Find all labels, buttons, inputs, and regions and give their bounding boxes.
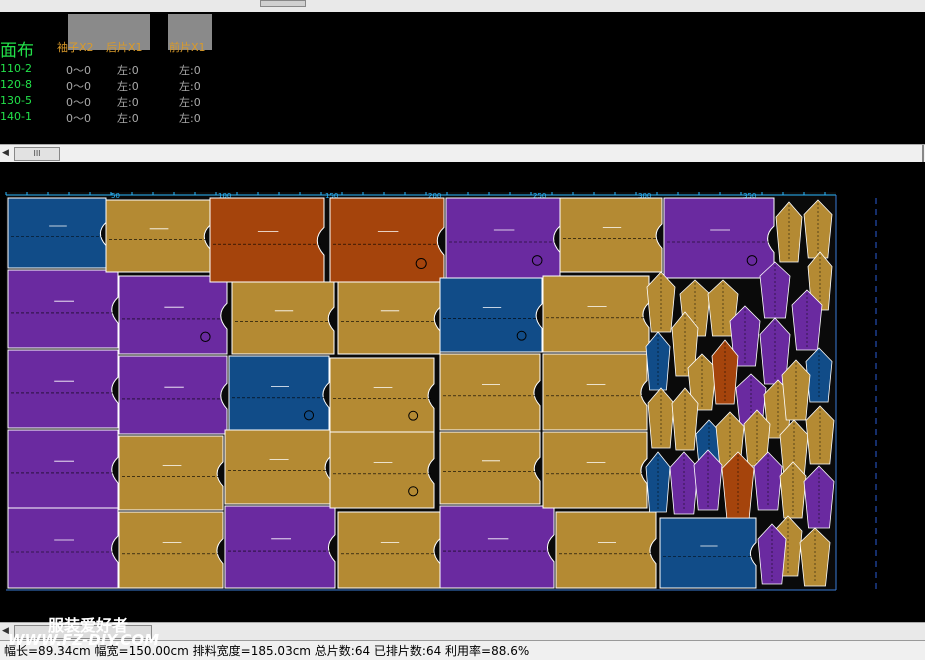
sleeve-piece[interactable] xyxy=(645,331,671,391)
size-value: 左:0 xyxy=(117,112,139,125)
size-value: 0～0 xyxy=(66,112,91,125)
size-value: 左:0 xyxy=(179,96,201,109)
pattern-piece[interactable] xyxy=(439,431,541,505)
size-label: 140-1 xyxy=(0,110,32,123)
pattern-piece[interactable] xyxy=(209,197,325,283)
pattern-piece[interactable] xyxy=(439,353,541,431)
pattern-piece[interactable] xyxy=(7,507,119,589)
scroll-thumb[interactable]: III xyxy=(14,147,60,161)
sleeve-piece[interactable] xyxy=(805,405,835,465)
pattern-piece[interactable] xyxy=(118,435,224,511)
pattern-piece[interactable] xyxy=(542,431,648,509)
ruler-label: 50 xyxy=(111,192,120,200)
pattern-piece[interactable] xyxy=(7,429,119,509)
sleeve-piece[interactable] xyxy=(803,465,835,529)
sleeve-piece[interactable] xyxy=(803,199,833,259)
scroll-divider xyxy=(922,145,924,163)
size-value: 左:0 xyxy=(179,64,201,77)
size-value: 左:0 xyxy=(179,112,201,125)
pattern-piece[interactable] xyxy=(329,357,435,433)
pattern-piece[interactable] xyxy=(559,197,663,273)
size-value: 左:0 xyxy=(179,80,201,93)
size-value: 左:0 xyxy=(117,80,139,93)
pattern-piece[interactable] xyxy=(439,505,555,589)
pattern-piece[interactable] xyxy=(555,511,657,589)
pattern-piece[interactable] xyxy=(224,505,336,589)
pattern-piece[interactable] xyxy=(7,349,119,429)
size-label: 120-8 xyxy=(0,78,32,91)
marker-layout[interactable]: 50 100 150 200 250 300 350 xyxy=(0,162,925,622)
size-value: 左:0 xyxy=(117,64,139,77)
size-value: 0～0 xyxy=(66,64,91,77)
sleeve-piece[interactable] xyxy=(647,387,675,449)
piece-label-back: 后片X1 xyxy=(106,41,143,54)
sleeve-piece[interactable] xyxy=(799,527,831,587)
pattern-piece[interactable] xyxy=(105,199,211,273)
pattern-piece[interactable] xyxy=(7,197,107,269)
pattern-piece[interactable] xyxy=(337,511,441,589)
pattern-piece[interactable] xyxy=(542,275,650,353)
size-value: 0～0 xyxy=(66,96,91,109)
pattern-piece[interactable] xyxy=(329,431,435,509)
piece-label-sleeve: 袖子X2 xyxy=(57,41,94,54)
pattern-piece[interactable] xyxy=(224,429,332,505)
marker-canvas[interactable]: 50 100 150 200 250 300 350 xyxy=(0,162,925,622)
pattern-piece[interactable] xyxy=(542,353,648,431)
watermark-url: WWW.FZ-DIY.COM xyxy=(8,631,160,649)
pattern-piece[interactable] xyxy=(118,355,228,435)
pattern-piece[interactable] xyxy=(228,355,330,433)
piece-label-front: 前片X1 xyxy=(169,41,206,54)
size-label: 110-2 xyxy=(0,62,32,75)
size-value: 左:0 xyxy=(117,96,139,109)
pattern-piece[interactable] xyxy=(329,197,445,283)
pattern-piece[interactable] xyxy=(118,511,224,589)
pattern-piece[interactable] xyxy=(445,197,561,279)
pattern-piece[interactable] xyxy=(7,269,119,349)
sleeve-piece[interactable] xyxy=(669,451,699,515)
panel-horizontal-scrollbar[interactable]: ◀ III xyxy=(0,144,925,164)
pattern-piece[interactable] xyxy=(659,517,757,589)
pattern-piece[interactable] xyxy=(439,277,543,353)
toolbar-button[interactable] xyxy=(260,0,306,7)
sleeve-piece[interactable] xyxy=(775,201,803,263)
pattern-piece[interactable] xyxy=(663,197,775,279)
fabric-title: 面布 xyxy=(0,41,34,61)
scroll-left-icon[interactable]: ◀ xyxy=(2,148,9,158)
pattern-piece[interactable] xyxy=(337,281,441,355)
sleeve-piece[interactable] xyxy=(646,271,676,333)
piece-info-panel: 面布 袖子X2 后片X1 前片X1 110-2 0～0 左:0 左:0 120-… xyxy=(0,12,925,144)
size-value: 0～0 xyxy=(66,80,91,93)
sleeve-piece[interactable] xyxy=(645,451,671,513)
pattern-piece[interactable] xyxy=(118,275,228,355)
size-label: 130-5 xyxy=(0,94,32,107)
pattern-piece[interactable] xyxy=(231,281,335,355)
